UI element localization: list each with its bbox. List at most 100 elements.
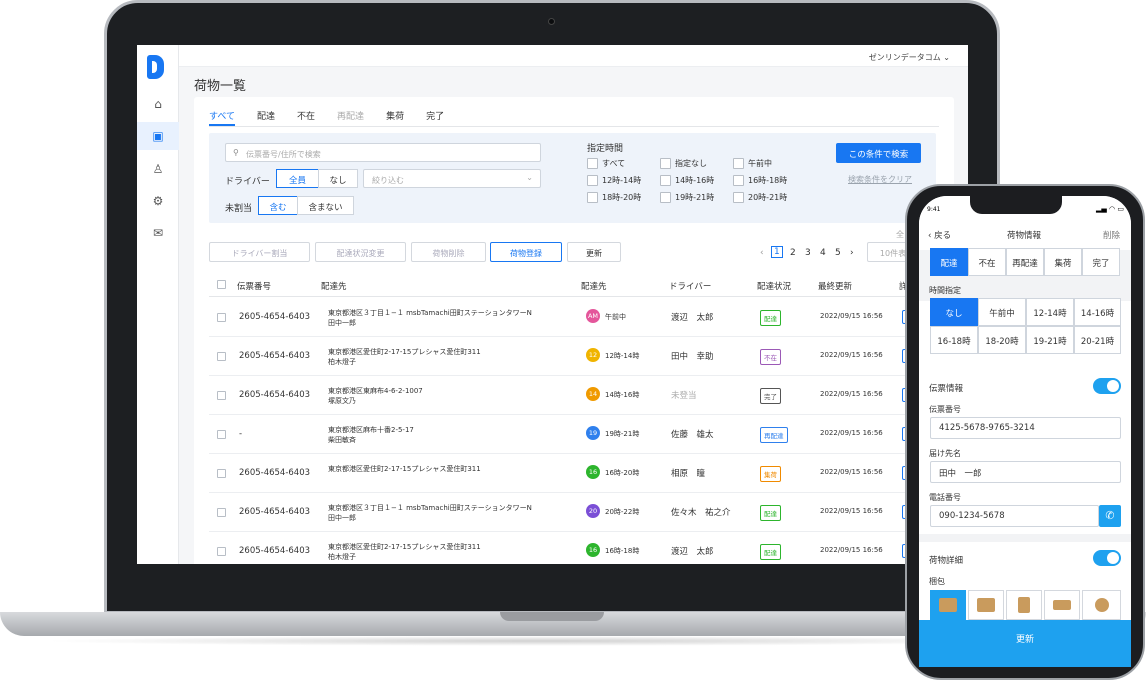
slip-number[interactable]: - bbox=[239, 429, 242, 439]
row-checkbox[interactable] bbox=[217, 352, 226, 361]
col-slip[interactable]: 伝票番号 bbox=[237, 280, 271, 292]
search-button[interactable]: この条件で検索 bbox=[836, 143, 921, 163]
time-checkbox[interactable]: 指定なし bbox=[660, 158, 707, 169]
phone-tab-done[interactable]: 完了 bbox=[1082, 248, 1120, 276]
table-row[interactable]: 2605-4654-6403 東京都港区愛住町2-17-15プレシャス愛住町311… bbox=[209, 532, 939, 564]
driver-name: 佐藤 雄太 bbox=[671, 430, 714, 440]
col-driver[interactable]: ドライバー bbox=[669, 280, 711, 292]
phone-call-icon[interactable]: ✆ bbox=[1099, 505, 1121, 527]
row-checkbox[interactable] bbox=[217, 430, 226, 439]
search-input[interactable]: ⚲ 伝票番号/住所で検索 bbox=[225, 143, 541, 162]
time-slot[interactable]: なし bbox=[930, 298, 978, 326]
slip-number[interactable]: 2605-4654-6403 bbox=[239, 468, 310, 478]
time-slot[interactable]: 16-18時 bbox=[930, 326, 978, 354]
time-checkbox[interactable]: 19時-21時 bbox=[660, 192, 714, 203]
row-checkbox[interactable] bbox=[217, 508, 226, 517]
select-all-checkbox[interactable] bbox=[217, 280, 226, 289]
name-field[interactable]: 田中 一郎 bbox=[930, 461, 1121, 483]
phone-tab-delivery[interactable]: 配達 bbox=[930, 248, 968, 276]
package-option[interactable] bbox=[968, 590, 1004, 620]
chevron-down-icon[interactable]: ⌄ bbox=[943, 53, 950, 62]
time-slot[interactable]: 19-21時 bbox=[1026, 326, 1074, 354]
prev-page-icon[interactable]: ‹ bbox=[760, 248, 764, 258]
page-4[interactable]: 4 bbox=[820, 248, 826, 258]
mail-icon[interactable]: ✉ bbox=[137, 219, 179, 247]
time-checkbox[interactable]: 12時-14時 bbox=[587, 175, 641, 186]
detail-toggle[interactable] bbox=[1093, 550, 1121, 566]
page-1[interactable]: 1 bbox=[771, 246, 783, 258]
register-package-button[interactable]: 荷物登録 bbox=[490, 242, 562, 262]
tab-all[interactable]: すべて bbox=[209, 105, 236, 126]
users-icon[interactable]: ♙ bbox=[137, 155, 179, 183]
time-slot[interactable]: 午前中 bbox=[978, 298, 1026, 326]
next-page-icon[interactable]: › bbox=[850, 248, 854, 258]
refresh-button[interactable]: 更新 bbox=[567, 242, 621, 262]
slip-field[interactable]: 4125-5678-9765-3214 bbox=[930, 417, 1121, 439]
tab-pickup[interactable]: 集荷 bbox=[386, 105, 404, 126]
page-3[interactable]: 3 bbox=[805, 248, 811, 258]
home-icon[interactable]: ⌂ bbox=[137, 90, 179, 118]
row-checkbox[interactable] bbox=[217, 313, 226, 322]
row-checkbox[interactable] bbox=[217, 391, 226, 400]
package-option[interactable] bbox=[930, 590, 966, 620]
assign-driver-button[interactable]: ドライバー割当 bbox=[209, 242, 310, 262]
narrow-select[interactable]: 絞り込む ⌄ bbox=[363, 169, 541, 188]
exclude-button[interactable]: 含まない bbox=[297, 196, 354, 215]
time-checkbox[interactable]: 午前中 bbox=[733, 158, 772, 169]
row-checkbox[interactable] bbox=[217, 547, 226, 556]
slip-number[interactable]: 2605-4654-6403 bbox=[239, 312, 310, 322]
time-slot[interactable]: 18-20時 bbox=[978, 326, 1026, 354]
phone-field[interactable]: 090-1234-5678 bbox=[930, 505, 1099, 527]
col-dest[interactable]: 配達先 bbox=[581, 280, 607, 292]
phone-tab-pickup[interactable]: 集荷 bbox=[1044, 248, 1082, 276]
package-option[interactable] bbox=[1006, 590, 1042, 620]
phone-tab-redelivery[interactable]: 再配達 bbox=[1006, 248, 1044, 276]
time-slot[interactable]: 20-21時 bbox=[1074, 326, 1121, 354]
include-button[interactable]: 含む bbox=[258, 196, 298, 215]
driver-none-button[interactable]: なし bbox=[318, 169, 358, 188]
tab-absent[interactable]: 不在 bbox=[297, 105, 315, 126]
status-change-button[interactable]: 配達状況変更 bbox=[315, 242, 406, 262]
address-line: 東京都港区愛住町2-17-15プレシャス愛住町311 bbox=[328, 543, 481, 551]
table-row[interactable]: 2605-4654-6403 東京都港区東麻布4-6-2-1007 塚原文乃 14 14… bbox=[209, 376, 939, 415]
time-checkbox[interactable]: 20時-21時 bbox=[733, 192, 787, 203]
back-link[interactable]: ‹ 戻る bbox=[928, 229, 951, 241]
time-checkbox[interactable]: すべて bbox=[587, 158, 625, 169]
slip-number[interactable]: 2605-4654-6403 bbox=[239, 390, 310, 400]
driver-all-button[interactable]: 全員 bbox=[276, 169, 319, 188]
envelope-icon bbox=[1053, 600, 1071, 610]
page-2[interactable]: 2 bbox=[790, 248, 796, 258]
package-option[interactable] bbox=[1044, 590, 1080, 620]
clear-link[interactable]: 検索条件をクリア bbox=[848, 174, 912, 185]
account-name[interactable]: ゼンリンデータコム bbox=[869, 53, 941, 62]
settings-icon[interactable]: ⚙ bbox=[137, 187, 179, 215]
slip-number[interactable]: 2605-4654-6403 bbox=[239, 507, 310, 517]
col-status[interactable]: 配達状況 bbox=[757, 280, 791, 292]
table-row[interactable]: 2605-4654-6403 東京都港区３丁目１−１ msbTamachi田町ステ… bbox=[209, 298, 939, 337]
col-address[interactable]: 配達先 bbox=[321, 280, 347, 292]
table-row[interactable]: - 東京都港区麻布十番2-5-17 柴田敏斉 19 19時-21時 佐藤 雄太 再配達 202… bbox=[209, 415, 939, 454]
time-checkbox[interactable]: 14時-16時 bbox=[660, 175, 714, 186]
tab-delivery[interactable]: 配達 bbox=[257, 105, 275, 126]
slip-number[interactable]: 2605-4654-6403 bbox=[239, 546, 310, 556]
phone-update-button[interactable]: 更新 bbox=[919, 620, 1131, 667]
time-slot[interactable]: 14-16時 bbox=[1074, 298, 1121, 326]
col-updated[interactable]: 最終更新 bbox=[818, 280, 852, 292]
slip-toggle[interactable] bbox=[1093, 378, 1121, 394]
time-checkbox[interactable]: 16時-18時 bbox=[733, 175, 787, 186]
package-option[interactable] bbox=[1082, 590, 1121, 620]
slip-number[interactable]: 2605-4654-6403 bbox=[239, 351, 310, 361]
row-checkbox[interactable] bbox=[217, 469, 226, 478]
tab-redelivery[interactable]: 再配達 bbox=[337, 105, 364, 126]
table-row[interactable]: 2605-4654-6403 東京都港区愛住町2-17-15プレシャス愛住町311… bbox=[209, 337, 939, 376]
table-row[interactable]: 2605-4654-6403 東京都港区愛住町2-17-15プレシャス愛住町311… bbox=[209, 454, 939, 493]
time-slot[interactable]: 12-14時 bbox=[1026, 298, 1074, 326]
time-checkbox[interactable]: 18時-20時 bbox=[587, 192, 641, 203]
page-5[interactable]: 5 bbox=[835, 248, 841, 258]
phone-delete[interactable]: 削除 bbox=[1103, 229, 1120, 241]
package-icon[interactable]: ▣ bbox=[137, 122, 179, 150]
tab-done[interactable]: 完了 bbox=[426, 105, 444, 126]
table-row[interactable]: 2605-4654-6403 東京都港区３丁目１−１ msbTamachi田町ステ… bbox=[209, 493, 939, 532]
delete-package-button[interactable]: 荷物削除 bbox=[411, 242, 486, 262]
phone-tab-absent[interactable]: 不在 bbox=[968, 248, 1006, 276]
